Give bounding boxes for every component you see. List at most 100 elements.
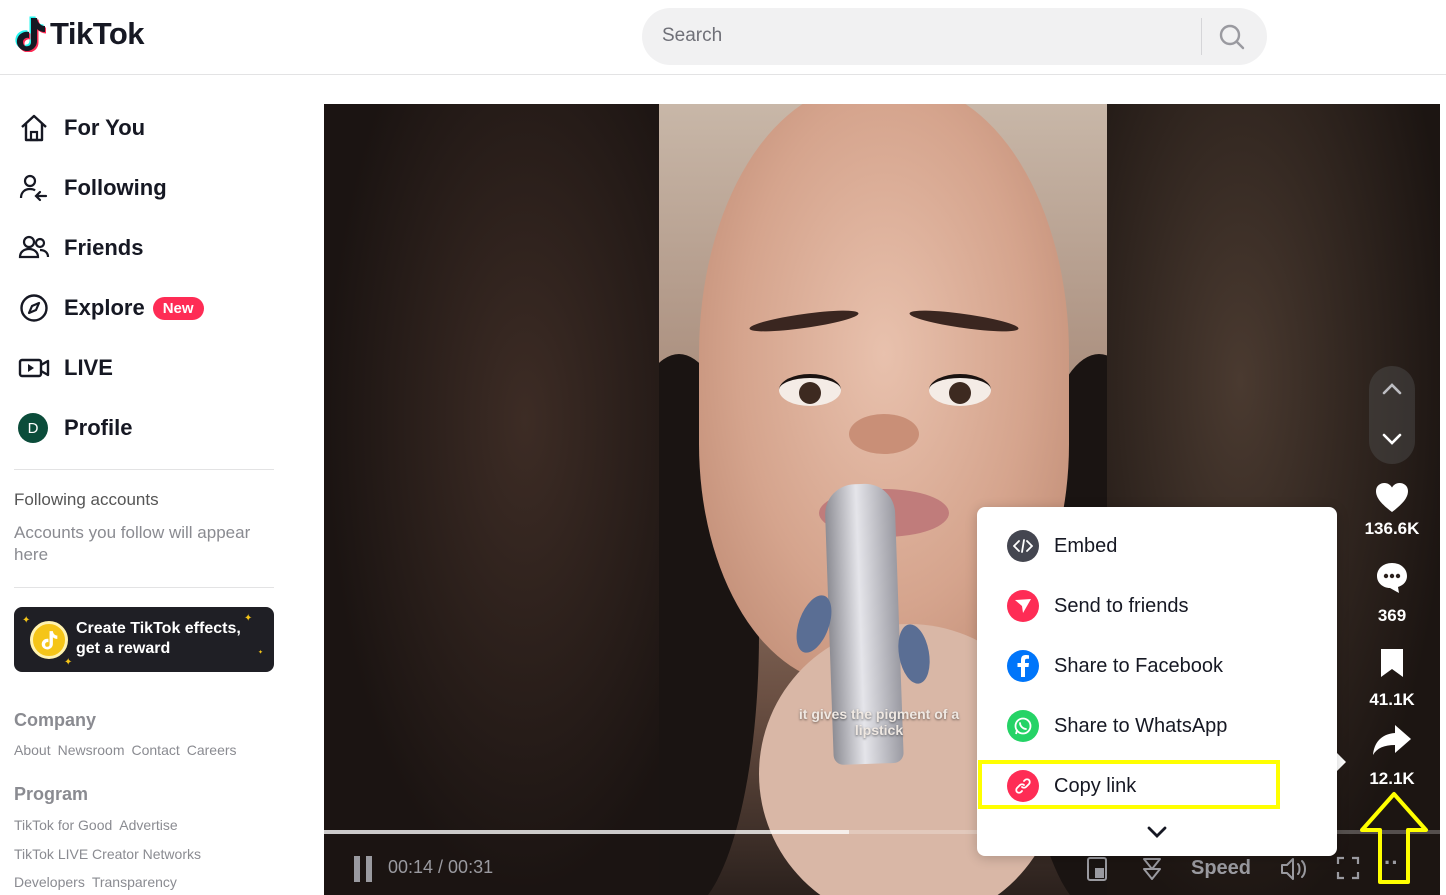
eyebrow — [748, 306, 860, 336]
chevron-down-icon[interactable] — [1146, 825, 1168, 839]
pause-button[interactable] — [354, 856, 376, 882]
sparkle-icon: ✦ — [22, 615, 31, 626]
up-arrow-annotation-icon — [1360, 792, 1428, 884]
footer-link[interactable]: Careers — [187, 742, 237, 758]
speed-button[interactable]: Speed — [1191, 857, 1251, 880]
following-accounts-desc: Accounts you follow will appear here — [14, 523, 251, 564]
footer-link[interactable]: TikTok LIVE Creator Networks — [14, 846, 201, 862]
sidebar-item-for-you[interactable]: For You — [14, 106, 145, 150]
save-action[interactable]: 41.1K — [1352, 647, 1432, 710]
sidebar-item-following[interactable]: Following — [14, 166, 167, 210]
sidebar-item-profile[interactable]: D Profile — [14, 406, 132, 450]
comment-action[interactable]: 369 — [1352, 561, 1432, 626]
footer-program-links: TikTok for Good Advertise — [14, 817, 178, 833]
share-menu-caret — [1336, 752, 1346, 772]
fullscreen-icon[interactable] — [1336, 856, 1360, 880]
share-option-label: Share to Facebook — [1054, 654, 1223, 677]
picture-in-picture-icon[interactable] — [1086, 856, 1108, 882]
logo-text: TikTok — [50, 16, 145, 51]
live-icon — [18, 358, 50, 378]
like-action[interactable]: 136.6K — [1352, 482, 1432, 539]
new-badge: New — [152, 296, 204, 320]
share-option-label: Share to WhatsApp — [1054, 714, 1228, 737]
compass-icon — [20, 294, 48, 322]
send-icon — [1007, 590, 1039, 622]
video-nav-arrows — [1369, 366, 1415, 464]
footer-link[interactable]: About — [14, 742, 51, 758]
eye — [929, 374, 991, 406]
eye — [779, 374, 841, 406]
share-option-send-to-friends[interactable]: Send to friends — [977, 576, 1337, 636]
volume-icon[interactable] — [1279, 856, 1309, 882]
iris — [949, 382, 971, 404]
search-bar[interactable]: Search — [642, 8, 1267, 65]
create-effects-banner[interactable]: ✦ ✦ ✦ ✦ Create TikTok effects, get a rew… — [14, 607, 274, 672]
share-option-whatsapp[interactable]: Share to WhatsApp — [977, 696, 1337, 756]
search-icon[interactable] — [1218, 23, 1246, 51]
comment-count: 369 — [1377, 606, 1407, 625]
auto-scroll-icon[interactable] — [1139, 856, 1165, 882]
sidebar-item-label: Explore — [64, 295, 145, 320]
footer-company-title: Company — [14, 710, 97, 730]
footer-program-links: TikTok LIVE Creator Networks — [14, 846, 201, 862]
nose — [849, 414, 919, 454]
sparkle-icon: ✦ — [64, 657, 73, 668]
footer-program-links: Developers Transparency — [14, 874, 177, 890]
video-blur-left — [324, 104, 659, 895]
following-accounts-title: Following accounts — [14, 490, 159, 509]
following-icon — [19, 174, 48, 202]
comment-icon[interactable] — [1375, 561, 1409, 595]
tiktok-coin-icon — [30, 621, 68, 659]
footer-link[interactable]: Developers — [14, 874, 85, 890]
eyebrow — [908, 306, 1020, 336]
sidebar-divider — [14, 587, 274, 588]
avatar: D — [18, 413, 48, 443]
chevron-down-icon[interactable] — [1382, 432, 1402, 446]
footer-link[interactable]: Transparency — [92, 874, 177, 890]
search-divider — [1201, 18, 1202, 55]
footer-company-links: About Newsroom Contact Careers — [14, 742, 237, 758]
tiktok-logo-icon — [15, 16, 46, 52]
sidebar-item-label: Profile — [64, 415, 133, 440]
sidebar-item-label: For You — [64, 115, 146, 140]
video-time: 00:14 / 00:31 — [388, 857, 494, 877]
save-count: 41.1K — [1369, 690, 1415, 709]
search-input[interactable]: Search — [662, 25, 722, 47]
friends-icon — [18, 235, 50, 259]
copy-link-highlight — [978, 760, 1280, 809]
home-icon — [21, 114, 47, 142]
sidebar: For You Following Friends Explore New LI… — [0, 76, 290, 895]
tiktok-logo[interactable]: TikTok — [14, 16, 145, 52]
iris — [799, 382, 821, 404]
heart-icon[interactable] — [1375, 482, 1409, 514]
footer-link[interactable]: Newsroom — [58, 742, 125, 758]
whatsapp-icon — [1007, 710, 1039, 742]
sidebar-divider — [14, 469, 274, 470]
sidebar-item-label: LIVE — [64, 355, 113, 380]
sidebar-item-live[interactable]: LIVE — [14, 346, 113, 390]
top-bar: TikTok Search — [0, 0, 1446, 75]
share-icon[interactable] — [1371, 722, 1413, 758]
chevron-up-icon[interactable] — [1382, 382, 1402, 396]
share-option-embed[interactable]: Embed — [977, 516, 1337, 576]
share-option-facebook[interactable]: Share to Facebook — [977, 636, 1337, 696]
sidebar-item-friends[interactable]: Friends — [14, 226, 143, 270]
sidebar-item-explore[interactable]: Explore New — [14, 286, 204, 330]
effects-banner-text: Create TikTok effects, get a reward — [76, 620, 241, 657]
facebook-icon — [1007, 650, 1039, 682]
bookmark-icon[interactable] — [1378, 647, 1406, 679]
footer-link[interactable]: TikTok for Good — [14, 817, 112, 833]
sidebar-item-label: Following — [64, 175, 167, 200]
footer-link[interactable]: Contact — [132, 742, 180, 758]
share-count: 12.1K — [1369, 769, 1415, 788]
sidebar-item-label: Friends — [64, 235, 144, 260]
share-option-label: Send to friends — [1054, 594, 1189, 617]
footer-program-title: Program — [14, 784, 89, 804]
like-count: 136.6K — [1364, 519, 1420, 538]
video-caption: it gives the pigment of a lipstick — [798, 706, 960, 738]
share-option-label: Embed — [1054, 534, 1118, 557]
share-action[interactable]: 12.1K — [1352, 722, 1432, 789]
footer-link[interactable]: Advertise — [119, 817, 177, 833]
embed-icon — [1007, 530, 1039, 562]
video-progress-fill — [324, 830, 849, 834]
